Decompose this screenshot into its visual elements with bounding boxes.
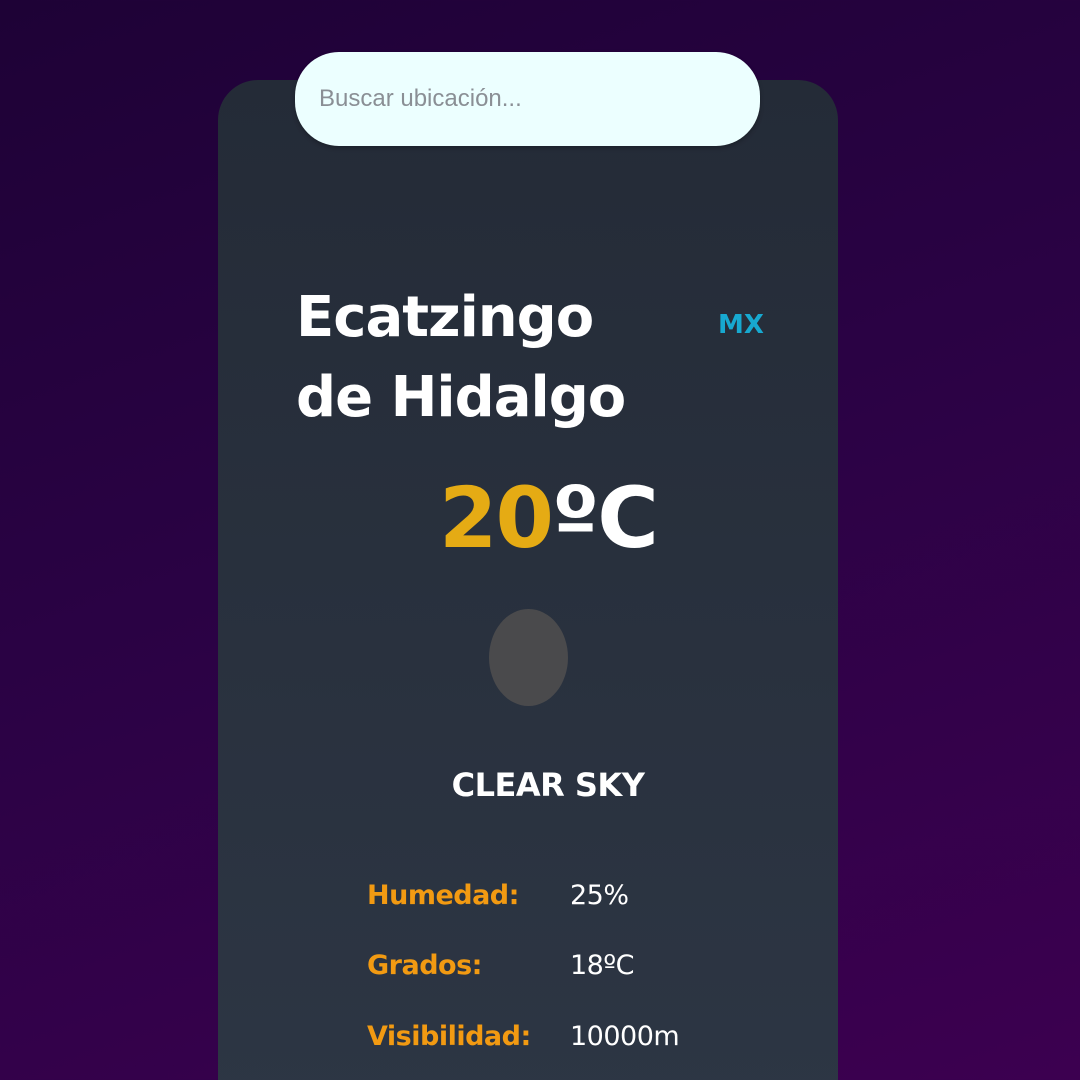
humidity-value: 25% [570,880,629,911]
visibility-value: 10000m [570,1021,680,1052]
temperature-value: 20 [439,469,554,567]
country-code: MX [718,310,764,340]
weather-description: CLEAR SKY [451,766,645,804]
weather-card [218,80,838,1080]
visibility-label: Visibilidad: [367,1021,531,1052]
weather-icon [489,609,568,706]
humidity-label: Humedad: [367,880,519,911]
temperature: 20ºC [0,468,1080,568]
search-input[interactable] [317,84,738,114]
search-bar[interactable] [295,52,760,146]
degrees-label: Grados: [367,950,482,981]
temperature-unit: ºC [551,469,659,567]
degrees-value: 18ºC [570,950,634,981]
city-name: Ecatzingo de Hidalgo [296,285,626,430]
